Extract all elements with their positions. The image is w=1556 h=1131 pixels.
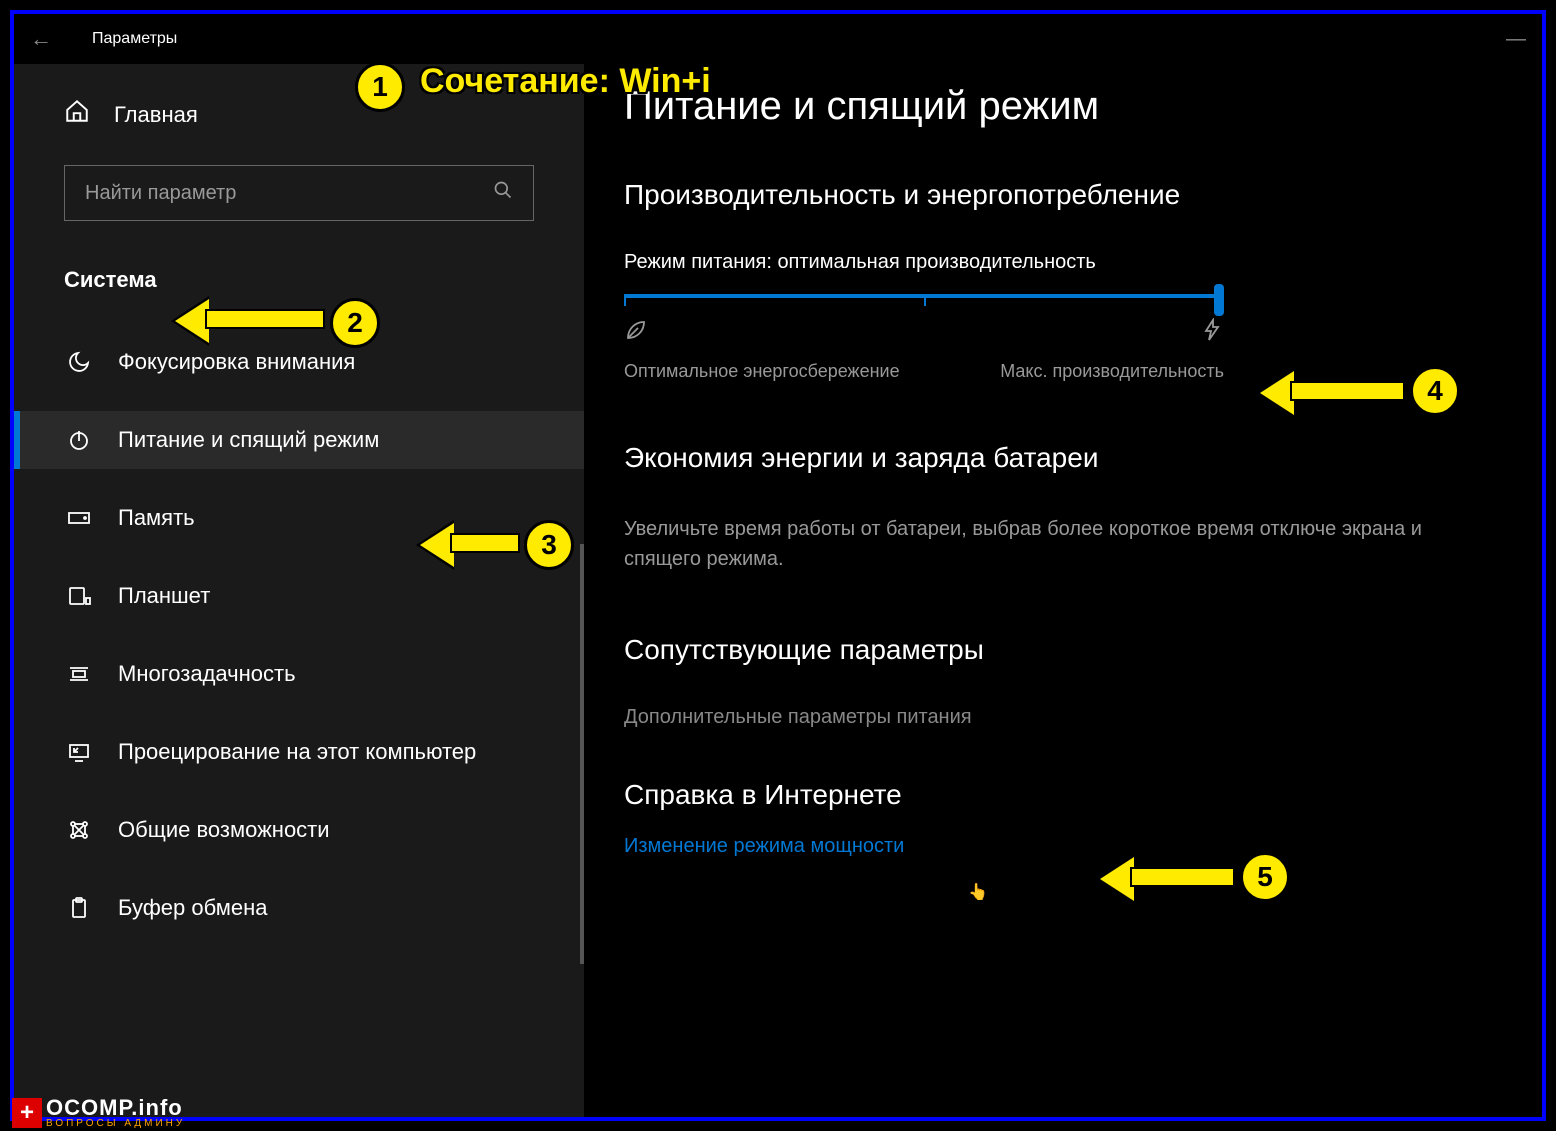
content-area: Главная Система Фокусировка внимания П bbox=[14, 64, 1542, 1117]
slider-icons bbox=[624, 318, 1224, 349]
additional-power-link[interactable]: Дополнительные параметры питания bbox=[624, 706, 1502, 729]
help-section-title: Справка в Интернете bbox=[624, 779, 1502, 811]
watermark-logo: + bbox=[12, 1098, 42, 1128]
watermark-sub: ВОПРОСЫ АДМИНУ bbox=[46, 1119, 185, 1129]
storage-icon bbox=[64, 511, 94, 525]
change-power-mode-link[interactable]: Изменение режима мощности bbox=[624, 835, 904, 857]
perf-section-title: Производительность и энергопотребление bbox=[624, 179, 1502, 211]
watermark: + OCOMP.info ВОПРОСЫ АДМИНУ bbox=[12, 1097, 185, 1129]
clipboard-icon bbox=[64, 896, 94, 920]
nav-label: Проецирование на этот компьютер bbox=[118, 739, 476, 765]
slider-labels: Оптимальное энергосбережение Макс. произ… bbox=[624, 361, 1224, 382]
nav-label: Общие возможности bbox=[118, 817, 330, 843]
shared-icon bbox=[64, 818, 94, 842]
search-input[interactable] bbox=[85, 182, 493, 205]
power-icon bbox=[64, 428, 94, 452]
annotation-badge-5: 5 bbox=[1240, 852, 1290, 902]
bolt-icon bbox=[1200, 318, 1224, 349]
annotation-badge-4: 4 bbox=[1410, 366, 1460, 416]
window-title: Параметры bbox=[92, 30, 177, 48]
nav-label: Фокусировка внимания bbox=[118, 349, 355, 375]
nav-tablet[interactable]: Планшет bbox=[14, 567, 584, 625]
settings-window: ← Параметры — Главная Система bbox=[10, 10, 1546, 1121]
watermark-main: OCOMP.info bbox=[46, 1097, 185, 1119]
slider-min-label: Оптимальное энергосбережение bbox=[624, 361, 900, 382]
search-icon bbox=[493, 180, 513, 206]
home-icon bbox=[64, 98, 90, 131]
nav-shared[interactable]: Общие возможности bbox=[14, 801, 584, 859]
related-section-title: Сопутствующие параметры bbox=[624, 634, 1502, 666]
titlebar: ← Параметры — bbox=[14, 14, 1542, 64]
scrollbar[interactable] bbox=[580, 544, 584, 964]
nav-label: Питание и спящий режим bbox=[118, 427, 379, 453]
power-slider[interactable] bbox=[624, 294, 1224, 298]
annotation-text-1: Сочетание: Win+i bbox=[420, 62, 711, 101]
nav-label: Многозадачность bbox=[118, 661, 296, 687]
home-label: Главная bbox=[114, 102, 198, 128]
nav-label: Планшет bbox=[118, 583, 210, 609]
project-icon bbox=[64, 740, 94, 764]
annotation-badge-1: 1 bbox=[355, 62, 405, 112]
annotation-badge-3: 3 bbox=[524, 520, 574, 570]
nav-label: Буфер обмена bbox=[118, 895, 268, 921]
tablet-icon bbox=[64, 584, 94, 608]
main-content: Питание и спящий режим Производительност… bbox=[584, 64, 1542, 1117]
slider-max-label: Макс. производительность bbox=[1000, 361, 1224, 382]
nav-clipboard[interactable]: Буфер обмена bbox=[14, 879, 584, 937]
nav-projecting[interactable]: Проецирование на этот компьютер bbox=[14, 723, 584, 781]
battery-section-title: Экономия энергии и заряда батареи bbox=[624, 442, 1502, 474]
leaf-icon bbox=[624, 318, 648, 349]
multitask-icon bbox=[64, 662, 94, 686]
slider-track bbox=[624, 294, 1224, 298]
cursor-icon: 👆 bbox=[968, 882, 988, 902]
annotation-badge-2: 2 bbox=[330, 298, 380, 348]
moon-icon bbox=[64, 350, 94, 374]
nav-multitasking[interactable]: Многозадачность bbox=[14, 645, 584, 703]
page-title: Питание и спящий режим bbox=[624, 84, 1502, 129]
minimize-button[interactable]: — bbox=[1506, 28, 1526, 51]
nav-label: Память bbox=[118, 505, 195, 531]
power-mode-label: Режим питания: оптимальная производитель… bbox=[624, 251, 1502, 274]
search-box[interactable] bbox=[64, 165, 534, 221]
slider-thumb[interactable] bbox=[1214, 284, 1224, 316]
sidebar: Главная Система Фокусировка внимания П bbox=[14, 64, 584, 1117]
nav-power-sleep[interactable]: Питание и спящий режим bbox=[14, 411, 584, 469]
nav-focus-assist[interactable]: Фокусировка внимания bbox=[14, 333, 584, 391]
back-button[interactable]: ← bbox=[30, 26, 52, 52]
battery-desc: Увеличьте время работы от батареи, выбра… bbox=[624, 514, 1502, 574]
